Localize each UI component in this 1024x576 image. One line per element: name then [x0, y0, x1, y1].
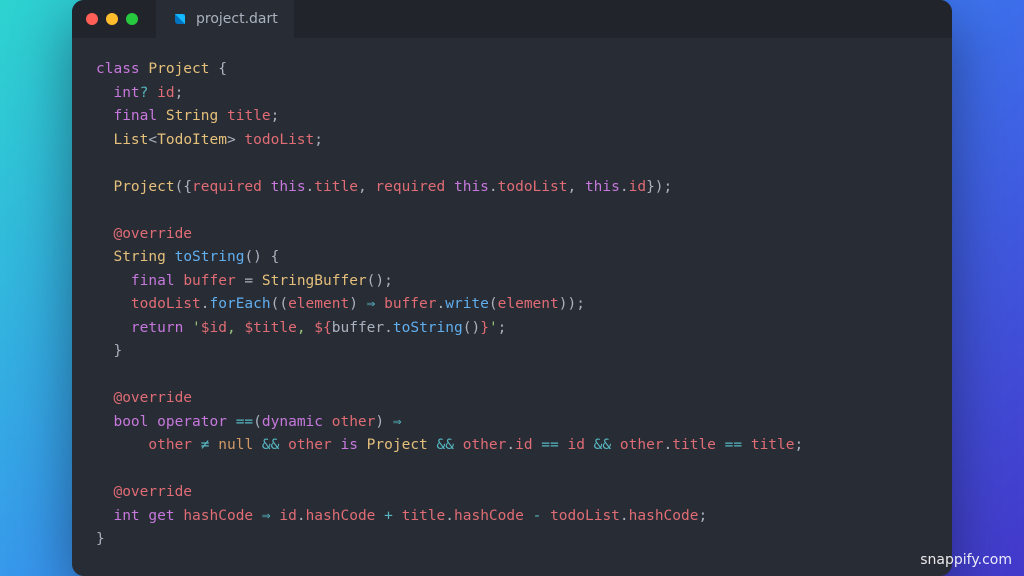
dart-icon: [172, 11, 188, 27]
titlebar: project.dart: [72, 0, 952, 38]
window-controls: [86, 13, 138, 25]
code-area[interactable]: class Project { int? id; final String ti…: [72, 38, 952, 575]
close-icon[interactable]: [86, 13, 98, 25]
minimize-icon[interactable]: [106, 13, 118, 25]
watermark: snappify.com: [920, 552, 1012, 568]
maximize-icon[interactable]: [126, 13, 138, 25]
tab-file[interactable]: project.dart: [156, 0, 294, 38]
source-code: class Project { int? id; final String ti…: [96, 58, 928, 551]
code-editor-window: project.dart class Project { int? id; fi…: [72, 0, 952, 575]
tab-filename: project.dart: [196, 11, 278, 27]
